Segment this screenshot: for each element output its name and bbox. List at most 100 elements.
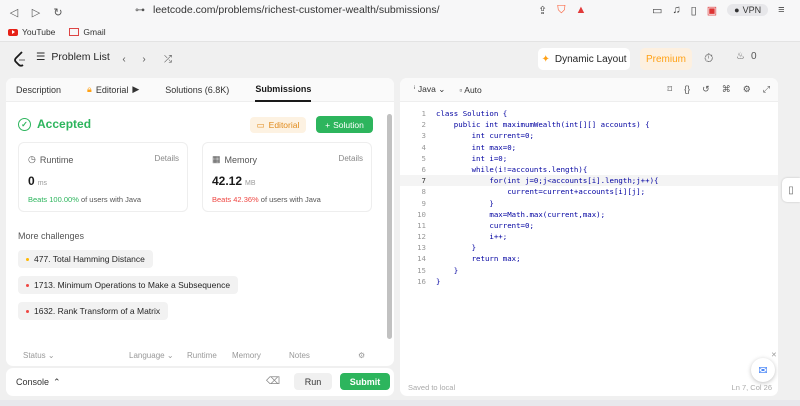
- code-line[interactable]: 11 current=0;: [400, 220, 778, 231]
- chevron-right-icon: ›: [142, 53, 146, 65]
- memory-details-link[interactable]: Details: [339, 154, 363, 163]
- prev-problem-button[interactable]: ‹: [116, 51, 132, 67]
- line-number: 14: [417, 254, 426, 264]
- memory-card[interactable]: ▦ Memory Details 42.12 MB Beats 42.36% of …: [202, 142, 372, 212]
- challenge-item[interactable]: 477. Total Hamming Distance: [18, 250, 153, 268]
- reset-icon[interactable]: ↺: [702, 84, 710, 95]
- plus-icon: +: [325, 119, 331, 130]
- code-line[interactable]: 14 return max;: [400, 253, 778, 264]
- code-line[interactable]: 5 int i=0;: [400, 153, 778, 164]
- brave-rewards-icon[interactable]: ▲: [575, 4, 586, 16]
- autocomplete-toggle[interactable]: ▫ Auto: [459, 85, 481, 95]
- col-language[interactable]: Language ⌄: [129, 351, 174, 360]
- tab-editorial[interactable]: 🔒︎ Editorial ▶: [87, 78, 139, 102]
- code-line[interactable]: 6 while(i!=accounts.length){: [400, 164, 778, 175]
- address-bar[interactable]: ⊶ leetcode.com/problems/richest-customer…: [135, 1, 595, 19]
- menu-icon[interactable]: ≡: [778, 4, 784, 16]
- share-icon[interactable]: ⇪: [538, 4, 547, 17]
- code-line[interactable]: 1 class Solution {: [400, 108, 778, 119]
- settings-icon[interactable]: ⚙: [358, 351, 365, 360]
- line-source: class Solution {: [436, 109, 508, 118]
- streak-counter[interactable]: ♨ 0: [736, 51, 757, 62]
- trash-icon[interactable]: ⌫: [266, 376, 280, 387]
- leetcode-logo-icon[interactable]: [14, 51, 26, 67]
- vpn-button[interactable]: ● VPN: [727, 4, 769, 16]
- sparkle-icon: ✦: [541, 53, 550, 65]
- sidebar-icon[interactable]: ▭: [652, 4, 662, 17]
- language-select[interactable]: ⁱ Java ⌄: [414, 84, 445, 95]
- back-icon[interactable]: ◁: [6, 4, 22, 20]
- code-line[interactable]: 12 i++;: [400, 231, 778, 242]
- braces-icon[interactable]: {}: [684, 84, 690, 95]
- shortcut-icon[interactable]: ⌘: [722, 84, 731, 95]
- problem-list-link[interactable]: ☰ Problem List: [36, 51, 110, 63]
- line-number: 11: [417, 220, 426, 230]
- tab-solutions[interactable]: Solutions (6.8K): [165, 78, 229, 102]
- run-button[interactable]: Run: [294, 373, 332, 390]
- line-number: 15: [417, 265, 426, 275]
- line-source: }: [436, 243, 477, 253]
- col-notes: Notes: [289, 350, 310, 360]
- code-line[interactable]: 7 for(int j=0;j<accounts[i].length;j++){: [400, 175, 778, 187]
- col-status[interactable]: Status ⌄: [23, 351, 55, 360]
- line-number: 5: [421, 153, 426, 163]
- gmail-icon: [69, 28, 80, 36]
- bookmark-gmail[interactable]: Gmail: [69, 27, 106, 37]
- forward-icon[interactable]: ▷: [28, 4, 44, 20]
- brave-shield-icon[interactable]: ⛉: [557, 4, 565, 17]
- line-source: }: [436, 276, 441, 286]
- post-solution-button[interactable]: + Solution: [316, 116, 373, 133]
- submission-status: ✓ Accepted: [18, 117, 91, 131]
- more-challenges-title: More challenges: [18, 231, 85, 241]
- site-info-icon[interactable]: ⊶: [135, 5, 145, 16]
- code-line[interactable]: 10 max=Math.max(current,max);: [400, 209, 778, 220]
- bookmark-youtube[interactable]: YouTube: [8, 27, 55, 37]
- reload-icon[interactable]: ↻: [50, 4, 66, 20]
- document-icon: ▯: [788, 184, 794, 196]
- media-icon[interactable]: ♫: [672, 4, 680, 16]
- code-line[interactable]: 8 current=current+accounts[i][j];: [400, 186, 778, 197]
- wallet-icon[interactable]: ▣: [707, 4, 717, 17]
- next-problem-button[interactable]: ›: [136, 51, 152, 67]
- scroll-thumb[interactable]: [387, 114, 392, 339]
- youtube-icon: [8, 28, 18, 36]
- difficulty-dot: [26, 257, 29, 261]
- code-line[interactable]: 16}: [400, 276, 778, 287]
- tab-submissions[interactable]: Submissions: [255, 78, 312, 102]
- cursor-position: Ln 7, Col 26: [731, 383, 772, 392]
- random-problem-button[interactable]: ⤮: [160, 51, 176, 67]
- dynamic-layout-button[interactable]: ✦ Dynamic Layout: [538, 48, 630, 70]
- line-number: 10: [417, 209, 426, 219]
- shuffle-icon: ⤮: [164, 53, 172, 65]
- runtime-details-link[interactable]: Details: [155, 154, 179, 163]
- line-source: current=0;: [436, 220, 534, 230]
- challenge-item[interactable]: 1713. Minimum Operations to Make a Subse…: [18, 276, 239, 294]
- submit-button[interactable]: Submit: [340, 373, 390, 390]
- bookmark-icon[interactable]: ⌑: [668, 84, 673, 95]
- close-icon[interactable]: ✕: [771, 351, 777, 359]
- timer-icon[interactable]: ⏱: [704, 51, 720, 67]
- expand-icon[interactable]: ⤢: [763, 84, 770, 95]
- runtime-beats: Beats 100.00%: [28, 195, 79, 204]
- feedback-button[interactable]: ✉: [751, 358, 775, 382]
- fire-icon: ♨: [736, 51, 745, 62]
- code-line[interactable]: 2 public int maximumWealth(int[][] accou…: [400, 119, 778, 130]
- console-toggle[interactable]: Console ⌃: [16, 377, 61, 388]
- side-panel-toggle[interactable]: ▯: [782, 178, 800, 202]
- editorial-button[interactable]: ▭ Editorial: [250, 117, 306, 133]
- code-line[interactable]: 13 }: [400, 242, 778, 253]
- panel-scrollbar[interactable]: [386, 108, 393, 348]
- url-text: leetcode.com/problems/richest-customer-w…: [153, 4, 440, 16]
- premium-button[interactable]: Premium: [640, 48, 692, 70]
- code-line[interactable]: 3 int current=0;: [400, 130, 778, 141]
- code-line[interactable]: 4 int max=0;: [400, 142, 778, 153]
- gear-icon[interactable]: ⚙: [743, 84, 751, 95]
- tab-description[interactable]: Description: [16, 78, 61, 102]
- runtime-card[interactable]: ◷ Runtime Details 0 ms Beats 100.00% of us…: [18, 142, 188, 212]
- challenge-item[interactable]: 1632. Rank Transform of a Matrix: [18, 302, 169, 320]
- code-editor[interactable]: 1 class Solution {2 public int maximumWea…: [400, 108, 778, 287]
- bookmarks-icon[interactable]: ▯: [691, 4, 697, 17]
- code-line[interactable]: 15 }: [400, 265, 778, 276]
- line-source: for(int j=0;j<accounts[i].length;j++){: [436, 176, 659, 186]
- code-line[interactable]: 9 }: [400, 198, 778, 209]
